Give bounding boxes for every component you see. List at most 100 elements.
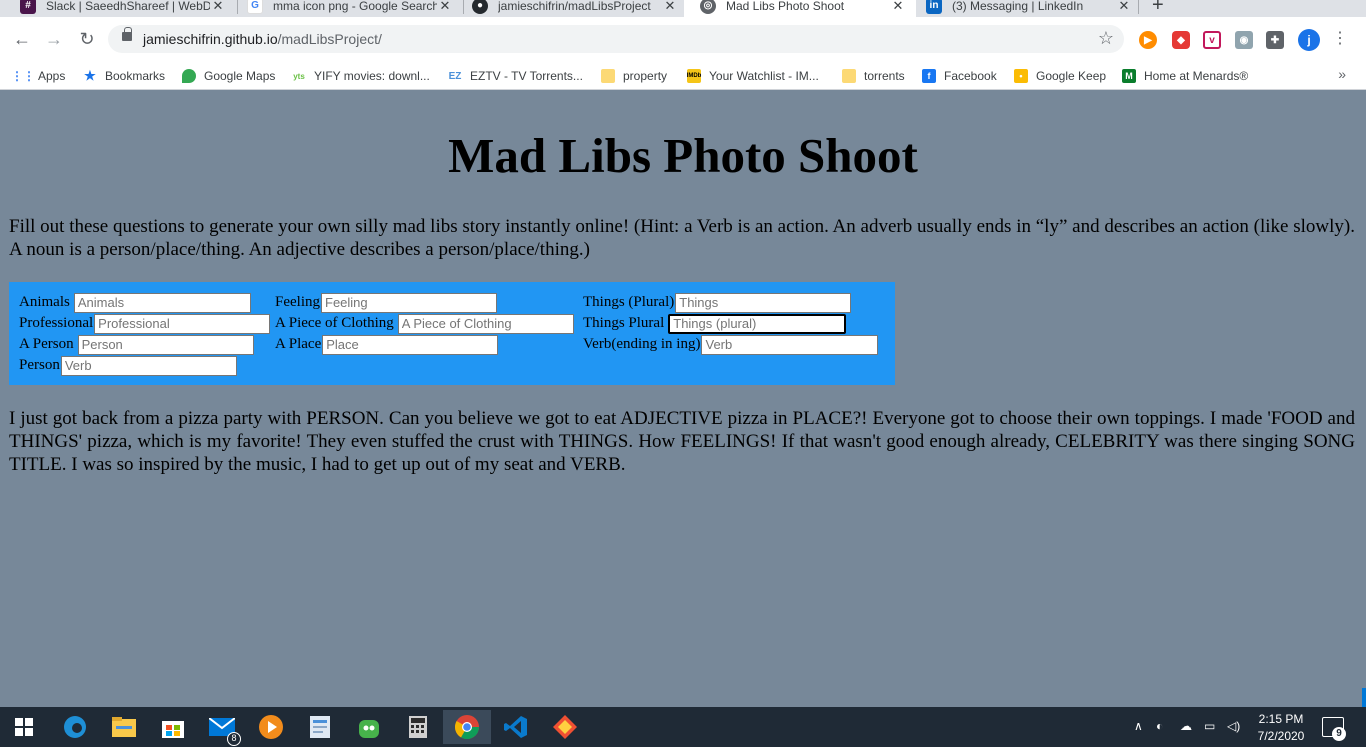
windows-taskbar: 8 ∧ ◐ ☁ ▭ ◁) 2:15 PM 7/2/2020 9 [0, 707, 1366, 747]
clock-time: 2:15 PM [1258, 712, 1304, 726]
field-label: Person [19, 357, 60, 373]
bookmark-imdb[interactable]: IMDb Your Watchlist - IM... [687, 66, 819, 86]
field-professional: Professional [19, 313, 271, 334]
menu-kebab-icon[interactable]: ⋮ [1330, 29, 1350, 49]
play-extension-icon[interactable]: ▶ [1139, 31, 1157, 49]
windows-start-icon[interactable] [10, 713, 38, 741]
google-icon: G [247, 0, 263, 14]
page-title: Mad Libs Photo Shoot [448, 128, 918, 183]
eztv-icon: EZ [448, 70, 462, 82]
clothing-input[interactable] [397, 313, 574, 334]
close-icon[interactable]: ✕ [210, 0, 226, 14]
bookmark-eztv[interactable]: EZ EZTV - TV Torrents... [448, 66, 583, 86]
clock-date: 7/2/2020 [1257, 729, 1305, 743]
bookmarks-overflow-button[interactable]: » [1338, 66, 1346, 82]
forward-button[interactable]: → [44, 29, 64, 49]
bookmark-google-maps[interactable]: Google Maps [182, 66, 275, 86]
document-app-icon[interactable] [306, 713, 334, 741]
person-input[interactable] [77, 334, 254, 355]
animals-input[interactable] [73, 292, 251, 313]
chrome-taskbar-icon[interactable] [443, 710, 491, 744]
field-label: Things Plural [583, 315, 665, 331]
yts-icon: yts [293, 71, 305, 81]
lock-icon [122, 27, 132, 41]
bookmark-yify[interactable]: yts YIFY movies: downl... [292, 66, 430, 86]
field-label: Things (Plural) [583, 294, 675, 310]
calculator-icon[interactable] [404, 713, 432, 741]
window-edge [1362, 688, 1366, 707]
field-label: Feeling [275, 294, 320, 310]
maps-pin-icon [182, 69, 196, 83]
field-person: A Person [19, 334, 254, 355]
notification-count: 9 [1332, 727, 1346, 741]
star-icon: ★ [84, 68, 96, 83]
reload-button[interactable]: ↻ [77, 29, 97, 49]
camera-extension-icon[interactable]: ◉ [1235, 31, 1253, 49]
field-label: A Person [19, 336, 74, 352]
field-label: A Piece of Clothing [275, 315, 394, 331]
field-label: Verb(ending in ing) [583, 336, 701, 352]
tab-mad-libs[interactable]: ◎ Mad Libs Photo Shoot ✕ [684, 0, 916, 17]
tab-slack[interactable]: # Slack | SaeedhShareef | WebDe ✕ [4, 0, 236, 17]
tray-overflow-chevron-icon[interactable]: ∧ [1134, 719, 1143, 733]
person-verb-input[interactable] [60, 355, 237, 376]
story-paragraph: I just got back from a pizza party with … [9, 408, 1355, 475]
puzzle-extensions-icon[interactable]: ✚ [1266, 31, 1284, 49]
edge-browser-icon[interactable] [61, 713, 89, 741]
lastpass-extension-icon[interactable]: ◆ [1172, 31, 1190, 49]
field-verb-ing: Verb(ending in ing) [583, 334, 879, 355]
field-person-2: Person [19, 355, 237, 376]
browser-toolbar: ← → ↻ jamieschifrin.github.io/madLibsPro… [0, 17, 1366, 62]
profile-avatar[interactable]: j [1298, 29, 1320, 51]
network-icon[interactable]: ▭ [1204, 719, 1215, 733]
volume-icon[interactable]: ◁) [1227, 719, 1240, 733]
pocket-extension-icon[interactable]: v [1203, 31, 1221, 49]
bookmark-torrents[interactable]: torrents [842, 66, 905, 86]
field-label: A Place [275, 336, 322, 352]
tab-google-search[interactable]: G mma icon png - Google Search ✕ [231, 0, 463, 17]
verb-input[interactable] [701, 334, 879, 355]
bookmark-apps[interactable]: ⋮⋮ Apps [11, 66, 65, 86]
bookmark-google-keep[interactable]: • Google Keep [1014, 66, 1106, 86]
field-things-plural: Things (Plural) [583, 292, 852, 313]
bookmark-facebook[interactable]: f Facebook [922, 66, 997, 86]
microsoft-store-icon[interactable] [159, 713, 187, 741]
tab-strip: # Slack | SaeedhShareef | WebDe ✕ G mma … [0, 0, 1366, 17]
tab-github[interactable]: ● jamieschifrin/madLibsProject ✕ [456, 0, 688, 17]
keep-icon: • [1014, 69, 1028, 83]
close-icon[interactable]: ✕ [437, 0, 453, 14]
mad-libs-form: Animals Feeling Things (Plural) Professi… [9, 282, 895, 385]
menards-icon: M [1122, 69, 1136, 83]
professional-input[interactable] [94, 313, 271, 334]
vpn-app-icon[interactable] [355, 713, 383, 741]
page-content: Mad Libs Photo Shoot Fill out these ques… [0, 91, 1366, 707]
git-tool-icon[interactable] [551, 713, 579, 741]
bookmark-property[interactable]: property [601, 66, 667, 86]
file-explorer-icon[interactable] [110, 713, 138, 741]
tab-title: jamieschifrin/madLibsProject [498, 0, 651, 13]
bookmark-menards[interactable]: M Home at Menards® [1122, 66, 1248, 86]
close-icon[interactable]: ✕ [1116, 0, 1132, 14]
things-plural-input[interactable] [668, 313, 847, 334]
bookmark-bookmarks[interactable]: ★ Bookmarks [83, 66, 165, 86]
folder-icon [601, 69, 615, 83]
media-player-icon[interactable] [257, 713, 285, 741]
vscode-icon[interactable] [502, 713, 530, 741]
new-tab-button[interactable]: + [1152, 0, 1164, 17]
tab-linkedin[interactable]: in (3) Messaging | LinkedIn ✕ [910, 0, 1142, 17]
system-clock[interactable]: 2:15 PM 7/2/2020 [1250, 711, 1312, 745]
mail-icon[interactable]: 8 [208, 713, 241, 746]
close-icon[interactable]: ✕ [662, 0, 678, 14]
feeling-input[interactable] [321, 292, 497, 313]
bookmark-star-icon[interactable]: ☆ [1098, 28, 1114, 49]
address-bar[interactable]: jamieschifrin.github.io/madLibsProject/ … [108, 25, 1124, 53]
imdb-icon: IMDb [687, 69, 701, 83]
onedrive-cloud-icon[interactable]: ☁ [1180, 719, 1192, 733]
things-input[interactable] [675, 292, 852, 313]
place-input[interactable] [322, 334, 499, 355]
close-icon[interactable]: ✕ [890, 0, 906, 14]
security-shield-icon[interactable]: ◐ [1156, 719, 1163, 733]
field-place: A Place [275, 334, 499, 355]
back-button[interactable]: ← [12, 29, 32, 49]
apps-grid-icon: ⋮⋮ [11, 69, 35, 83]
